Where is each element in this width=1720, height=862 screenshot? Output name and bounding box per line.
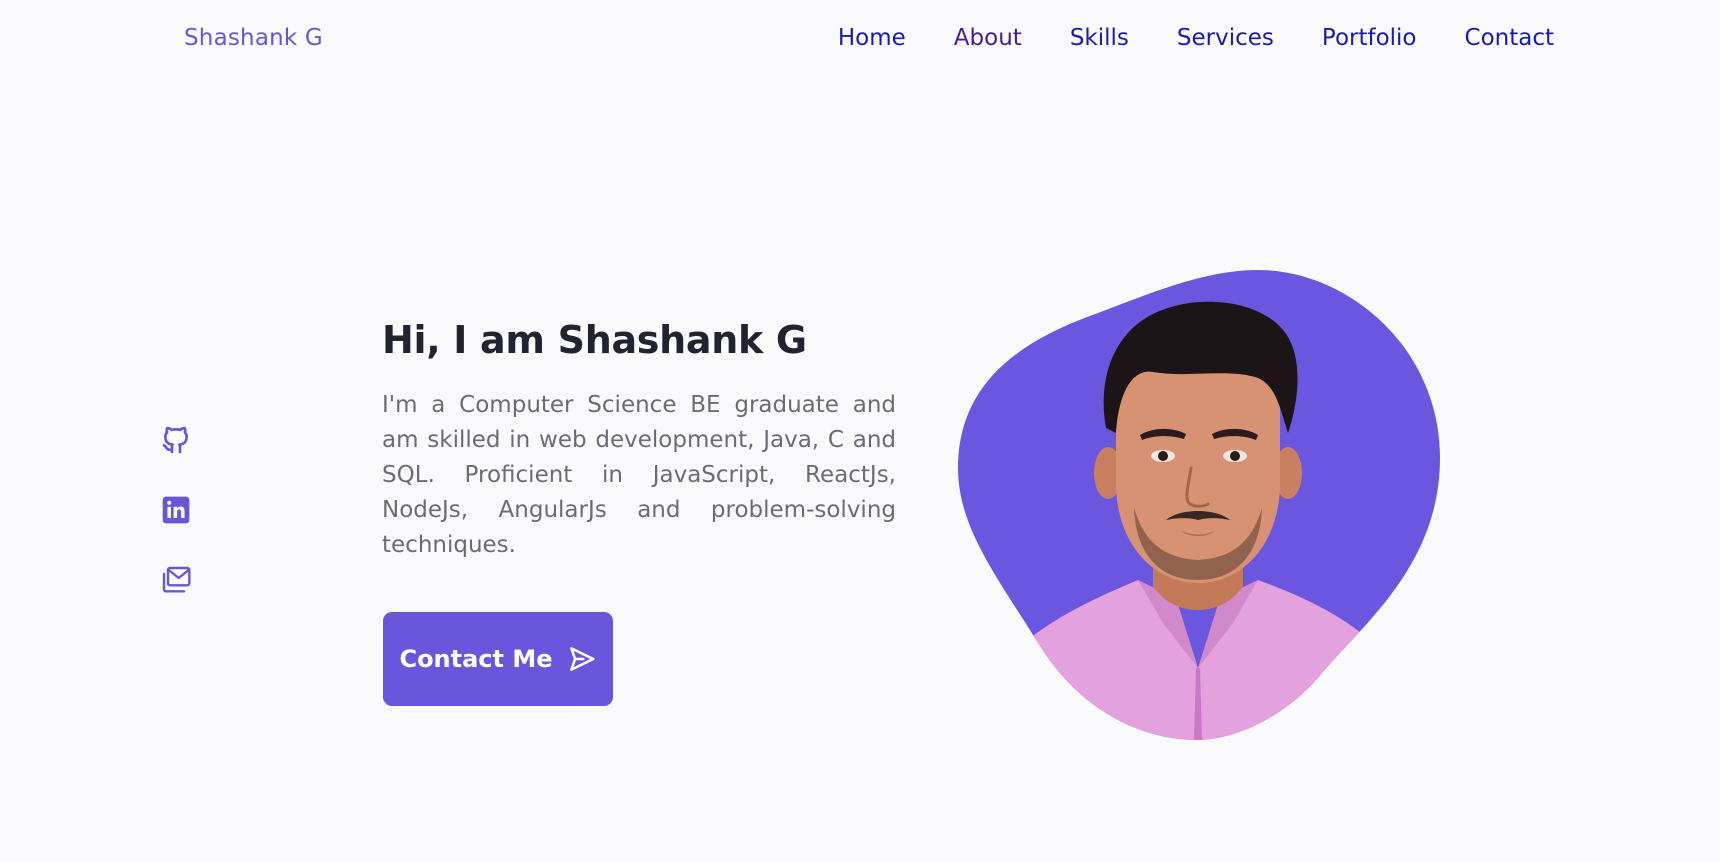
contact-me-label: Contact Me [399, 645, 553, 673]
hero-section: Hi, I am Shashank G I'm a Computer Scien… [382, 314, 896, 563]
nav-about[interactable]: About [954, 25, 1022, 51]
github-icon [162, 426, 188, 454]
contact-me-button[interactable]: Contact Me [383, 612, 613, 706]
main-nav: Home About Skills Services Portfolio Con… [790, 25, 1554, 51]
github-link[interactable] [160, 424, 192, 456]
email-link[interactable] [160, 564, 192, 596]
linkedin-link[interactable] [160, 494, 192, 526]
linkedin-icon [162, 496, 190, 524]
email-icon [162, 566, 191, 593]
nav-home[interactable]: Home [838, 25, 906, 51]
nav-skills[interactable]: Skills [1070, 25, 1129, 51]
page: Shashank G Home About Skills Services Po… [0, 0, 1720, 862]
hero-title: Hi, I am Shashank G [382, 318, 807, 362]
nav-contact[interactable]: Contact [1465, 25, 1554, 51]
send-icon [569, 647, 595, 671]
nav-services[interactable]: Services [1177, 25, 1274, 51]
header: Shashank G Home About Skills Services Po… [0, 0, 1720, 86]
social-links [160, 424, 192, 634]
nav-portfolio[interactable]: Portfolio [1322, 25, 1417, 51]
hero-description: I'm a Computer Science BE graduate and a… [382, 392, 896, 558]
profile-photo [958, 268, 1440, 740]
profile-photo-blob [958, 270, 1440, 740]
logo-link[interactable]: Shashank G [184, 25, 323, 51]
